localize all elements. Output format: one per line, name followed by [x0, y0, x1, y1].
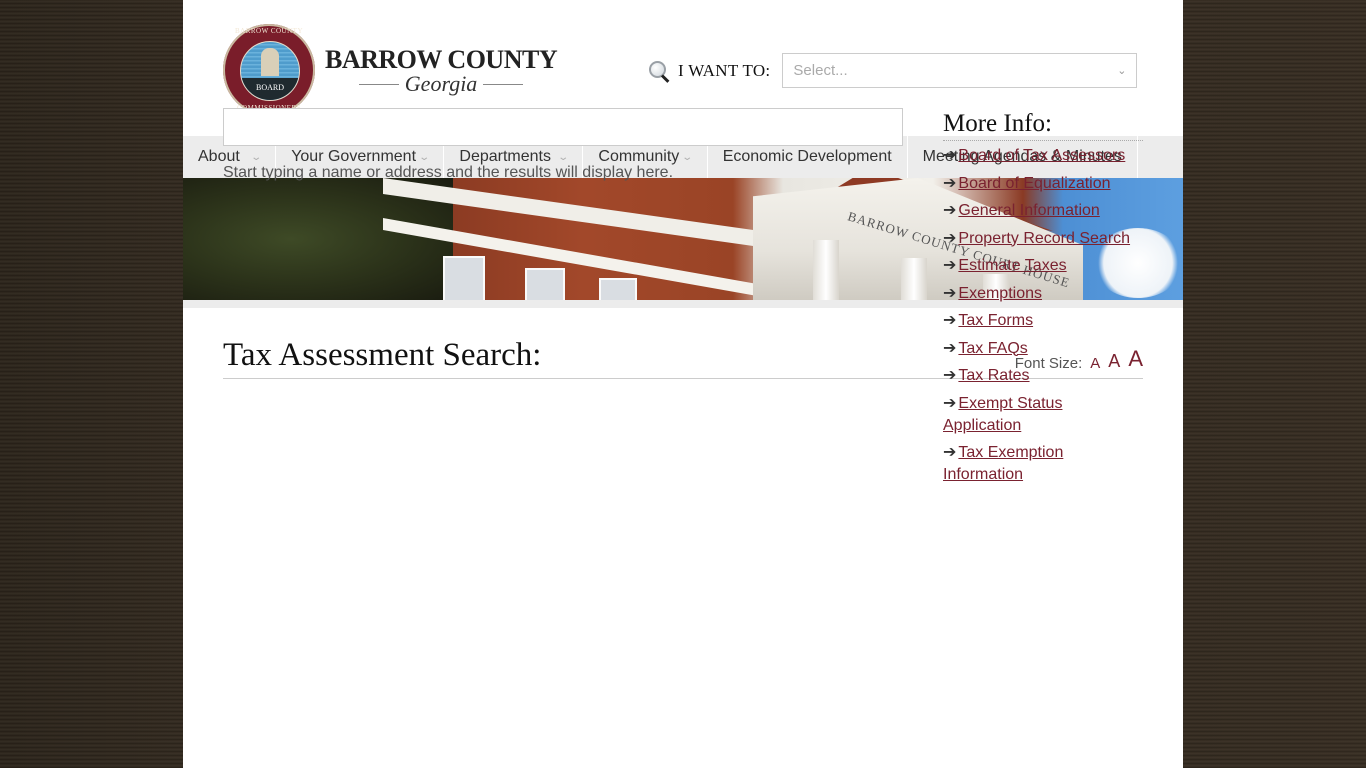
arrow-right-icon: ➔ [943, 312, 957, 329]
banner-window [525, 268, 565, 300]
courthouse-icon [261, 48, 279, 76]
i-want-to-label: I WANT TO: [678, 60, 771, 80]
list-item: ➔ General Information [943, 200, 1143, 222]
arrow-right-icon: ➔ [943, 147, 957, 164]
link-property-record-search[interactable]: Property Record Search [958, 230, 1130, 247]
link-board-of-tax-assessors[interactable]: Board of Tax Assessors [958, 147, 1125, 164]
page-container: BARROW COUNTY BOARD COMMISSIONERS BARROW… [183, 0, 1183, 768]
banner-column [901, 258, 927, 300]
more-info-list: ➔ Board of Tax Assessors ➔ Board of Equali… [943, 145, 1143, 486]
arrow-right-icon: ➔ [943, 394, 957, 412]
magnifier-icon [648, 59, 672, 83]
link-exempt-status-application[interactable]: Exempt Status Application [943, 395, 1062, 434]
page-title: Tax Assessment Search: [223, 337, 542, 373]
list-item: ➔ Exempt Status Application [943, 393, 1143, 437]
arrow-right-icon: ➔ [943, 284, 957, 302]
list-item: ➔ Board of Tax Assessors [943, 145, 1143, 167]
arrow-right-icon: ➔ [943, 257, 957, 274]
arrow-right-icon: ➔ [943, 367, 957, 384]
list-item: ➔ Board of Equalization [943, 173, 1143, 195]
link-tax-rates[interactable]: Tax Rates [958, 367, 1029, 384]
list-item: ➔ Property Record Search [943, 228, 1143, 250]
tax-search-input[interactable] [223, 108, 903, 146]
banner-window [443, 256, 485, 300]
brand-subtitle: Georgia [404, 71, 478, 96]
main-column: Start typing a name or address and the r… [223, 108, 903, 182]
list-item: ➔ Tax Exemption Information [943, 442, 1143, 486]
county-logo[interactable]: BARROW COUNTY BOARD COMMISSIONERS BARROW… [223, 24, 558, 116]
search-hint: Start typing a name or address and the r… [223, 164, 674, 181]
more-info-title: More Info: [943, 108, 1143, 141]
county-seal: BARROW COUNTY BOARD COMMISSIONERS [223, 24, 315, 116]
chevron-down-icon: ⌄ [1117, 65, 1127, 77]
link-tax-faqs[interactable]: Tax FAQs [958, 340, 1027, 357]
seal-top-text: BARROW COUNTY [234, 27, 303, 35]
seal-center: BOARD [240, 41, 300, 101]
link-general-information[interactable]: General Information [958, 202, 1099, 219]
arrow-right-icon: ➔ [943, 339, 957, 357]
link-tax-exemption-information[interactable]: Tax Exemption Information [943, 444, 1063, 483]
list-item: ➔ Tax Forms [943, 310, 1143, 332]
i-want-to: I WANT TO: Select... ⌄ [648, 53, 1138, 88]
select-placeholder: Select... [793, 62, 848, 79]
brand-name: BARROW COUNTY [325, 45, 558, 74]
list-item: ➔ Tax Rates [943, 365, 1143, 387]
list-item: ➔ Exemptions [943, 283, 1143, 305]
link-board-of-equalization[interactable]: Board of Equalization [958, 175, 1110, 192]
brand-sub: Georgia [325, 71, 557, 96]
divider [483, 83, 524, 85]
banner-column [813, 240, 839, 300]
list-item: ➔ Tax FAQs [943, 338, 1143, 360]
brand: BARROW COUNTY Georgia [325, 45, 558, 96]
divider [358, 83, 399, 85]
arrow-right-icon: ➔ [943, 444, 957, 461]
link-estimate-taxes[interactable]: Estimate Taxes [958, 257, 1066, 274]
arrow-right-icon: ➔ [943, 202, 957, 219]
link-tax-forms[interactable]: Tax Forms [958, 312, 1033, 329]
arrow-right-icon: ➔ [943, 229, 957, 247]
more-info-sidebar: More Info: ➔ Board of Tax Assessors ➔ Boar… [943, 108, 1143, 492]
list-item: ➔ Estimate Taxes [943, 255, 1143, 277]
link-exemptions[interactable]: Exemptions [958, 285, 1042, 302]
i-want-to-select[interactable]: Select... ⌄ [782, 53, 1138, 88]
seal-board-text: BOARD [241, 78, 299, 100]
banner-window [599, 278, 637, 300]
arrow-right-icon: ➔ [943, 174, 957, 192]
